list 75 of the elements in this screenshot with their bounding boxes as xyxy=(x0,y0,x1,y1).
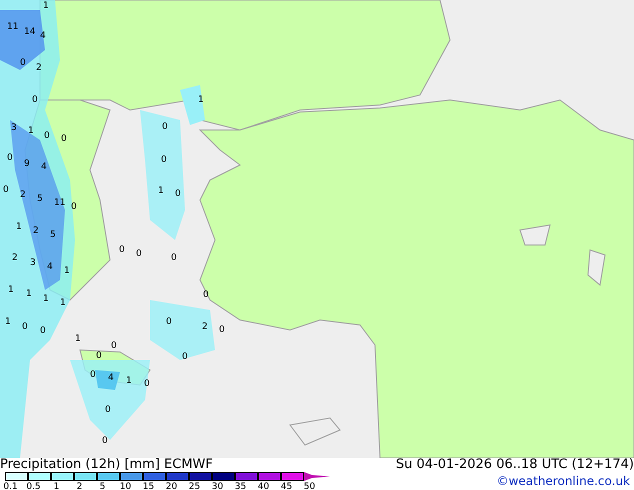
lake-drawing xyxy=(587,249,606,286)
precipitation-value: 1 xyxy=(26,289,32,299)
precipitation-value: 0 xyxy=(105,405,111,415)
precipitation-value: 0 xyxy=(20,58,26,68)
date-label: Su 04-01-2026 06..18 UTC (12+174) xyxy=(396,458,634,472)
precipitation-value: 2 xyxy=(12,253,18,263)
precipitation-value: 5 xyxy=(50,230,56,240)
precipitation-value: 1 xyxy=(64,266,70,276)
legend-tick-label: 45 xyxy=(280,481,292,490)
lake-drawing xyxy=(519,224,551,246)
precipitation-value: 3 xyxy=(30,258,36,268)
precipitation-value: 0 xyxy=(119,245,125,255)
precipitation-value: 4 xyxy=(41,162,47,172)
precipitation-value: 1 xyxy=(198,95,204,105)
precipitation-value: 0 xyxy=(203,290,209,300)
legend-tick-label: 20 xyxy=(166,481,178,490)
precipitation-value: 1 xyxy=(43,1,49,11)
precipitation-value: 1 xyxy=(8,285,14,295)
precipitation-value: 1 xyxy=(126,376,132,386)
precipitation-value: 2 xyxy=(202,322,208,332)
precipitation-value: 0 xyxy=(96,351,102,361)
precipitation-value: 0 xyxy=(161,155,167,165)
precipitation-value: 0 xyxy=(32,95,38,105)
precipitation-value: 0 xyxy=(171,253,177,263)
legend-tick-label: 0.1 xyxy=(3,481,18,490)
legend-tick-label: 5 xyxy=(100,481,106,490)
chart-title: Precipitation (12h) [mm] ECMWF xyxy=(0,458,213,472)
legend-tick-label: 10 xyxy=(120,481,132,490)
precipitation-value: 1 xyxy=(75,334,81,344)
credit-link[interactable]: ©weatheronline.co.uk xyxy=(496,472,634,490)
precipitation-value: 0 xyxy=(40,326,46,336)
precipitation-value: 14 xyxy=(24,27,36,37)
precipitation-value: 1 xyxy=(5,317,11,327)
precipitation-value: 0 xyxy=(182,352,188,362)
precipitation-value: 0 xyxy=(71,202,77,212)
precipitation-value: 0 xyxy=(166,317,172,327)
legend-tick-label: 2 xyxy=(76,481,82,490)
precipitation-value: 1 xyxy=(28,126,34,136)
precipitation-value: 0 xyxy=(144,379,150,389)
precipitation-value: 1 xyxy=(60,298,66,308)
legend-tick-label: 30 xyxy=(212,481,224,490)
precipitation-value: 0 xyxy=(136,249,142,259)
legend-tick-label: 0.5 xyxy=(26,481,41,490)
precipitation-value: 2 xyxy=(36,63,42,73)
legend-tick-label: 40 xyxy=(258,481,270,490)
legend-tick-label: 1 xyxy=(54,481,60,490)
precipitation-value: 4 xyxy=(40,31,46,41)
precipitation-value: 0 xyxy=(3,185,9,195)
precipitation-value: 2 xyxy=(20,190,26,200)
legend-tick-label: 35 xyxy=(234,481,246,490)
precipitation-value: 4 xyxy=(108,373,114,383)
legend-tick-label: 50 xyxy=(304,481,316,490)
precipitation-value: 4 xyxy=(47,262,53,272)
precipitation-value: 2 xyxy=(33,226,39,236)
precipitation-value: 5 xyxy=(37,194,43,204)
precipitation-value: 0 xyxy=(175,189,181,199)
precipitation-value: 3 xyxy=(11,123,17,133)
precipitation-value: 1 xyxy=(158,186,164,196)
legend-tick-label: 25 xyxy=(188,481,200,490)
precipitation-value: 0 xyxy=(90,370,96,380)
precipitation-value: 0 xyxy=(61,134,67,144)
precipitation-value: 0 xyxy=(162,122,168,132)
precipitation-value: 0 xyxy=(219,325,225,335)
precipitation-value: 0 xyxy=(44,131,50,141)
precipitation-value: 9 xyxy=(24,159,30,169)
precipitation-value: 11 xyxy=(7,22,18,32)
precipitation-value: 11 xyxy=(54,198,66,208)
legend-tick-label: 15 xyxy=(142,481,154,490)
precipitation-value: 0 xyxy=(7,153,13,163)
precipitation-value: 1 xyxy=(43,294,49,304)
precipitation-value: 0 xyxy=(111,341,117,351)
precipitation-value: 0 xyxy=(22,322,28,332)
precipitation-value: 0 xyxy=(102,436,108,446)
precipitation-value: 1 xyxy=(16,222,22,232)
island-drawing xyxy=(289,417,341,446)
